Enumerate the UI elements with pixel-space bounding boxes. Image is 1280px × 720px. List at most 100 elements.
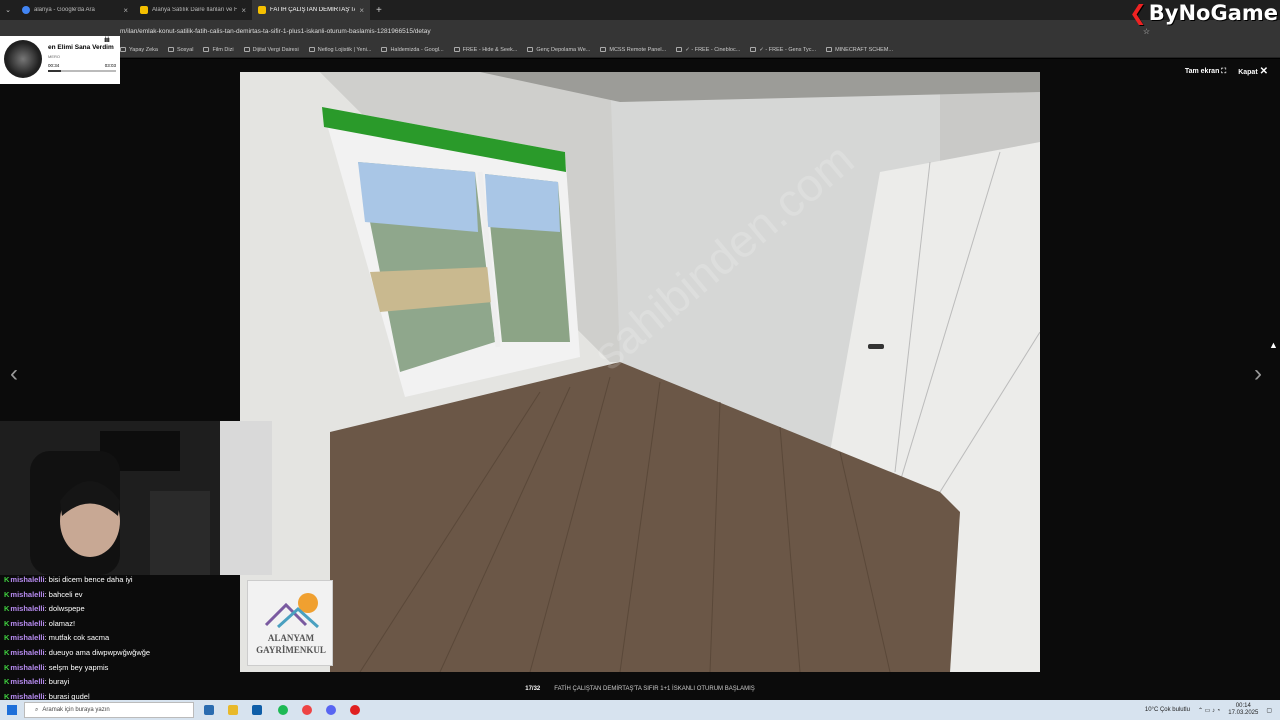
star-icon[interactable]: ☆ (1143, 27, 1150, 36)
kick-badge-icon: K (4, 633, 10, 643)
chat-text: bahceli ev (48, 589, 83, 599)
tab-label: FATİH ÇALIŞTAN DEMİRTAŞ'TA (270, 7, 356, 13)
bookmark-item[interactable]: ✓ - FREE - Cinebloc... (676, 47, 740, 53)
tray-icons[interactable]: ⌃ ▭ ♪ ◔ (1198, 707, 1220, 714)
close-icon[interactable]: × (359, 6, 364, 15)
close-icon[interactable]: × (123, 6, 128, 15)
bookmark-item[interactable]: Sosyal (167, 47, 193, 53)
close-button[interactable]: Kapat ✕ (1238, 66, 1268, 77)
bookmark-label: MCSS Remote Panel... (609, 46, 667, 53)
chat-message: Kmishalelli: mutfak cok sacma (4, 631, 244, 646)
song-artist: MERO (48, 54, 60, 59)
chat-message: Kmishalelli: bisi dicem bence daha iyi (4, 573, 244, 588)
chat-username[interactable]: mishalelli (10, 677, 44, 686)
stream-chat: Kmishalelli: bisi dicem bence daha iyi Km… (4, 573, 244, 704)
chat-text: mutfak cok sacma (48, 633, 110, 643)
room-photo-illustration: sahibinden.com (240, 72, 1040, 672)
bookmark-item[interactable]: MINECRAFT SCHEM... (826, 47, 893, 53)
taskbar-search[interactable]: ⌕ Aramak için buraya yazın (24, 702, 194, 718)
bookmark-item[interactable]: Dijital Vergi Dairesi (243, 47, 299, 53)
folder-icon (750, 47, 757, 52)
spotify-icon[interactable] (278, 705, 288, 715)
chat-text: dolwspepe (48, 604, 85, 614)
windows-start-icon[interactable] (7, 705, 17, 715)
close-label: Kapat (1238, 69, 1258, 76)
realty-name: ALANYAM (267, 633, 315, 643)
bookmark-item[interactable]: MCSS Remote Panel... (600, 47, 666, 53)
bookmark-label: Film Dizi (212, 46, 234, 53)
chat-message: Kmishalelli: dueuyo ama diwpwpwğwğwğe (4, 646, 244, 661)
photo-counter: 17/32 (525, 686, 541, 692)
chat-username[interactable]: mishalelli (10, 604, 44, 613)
search-placeholder: Aramak için buraya yazın (42, 707, 110, 713)
total-time: 03:03 (104, 63, 116, 68)
chat-message: Kmishalelli: selşm bey yapmis (4, 661, 244, 676)
browser-tabbar: ⌄ alanya - Google'da Ara × Alanya Satılı… (0, 0, 1280, 20)
vscode-icon[interactable] (252, 705, 262, 715)
clock-date: 17.03.2025 (1228, 710, 1259, 716)
photo-title: FATİH ÇALIŞTAN DEMİRTAŞ'TA SIFIR 1+1 İSK… (554, 686, 755, 692)
chat-username[interactable]: mishalelli (10, 663, 44, 672)
brand-logo-icon: ❮ (1129, 1, 1147, 25)
tab-label: Alanya Satılık Daire İlanları ve Fiyatla… (152, 7, 238, 13)
brand-watermark: ❮ ByNoGame (1129, 1, 1278, 25)
kick-badge-icon: K (4, 589, 10, 599)
clock[interactable]: 00:14 17.03.2025 (1228, 703, 1258, 717)
notification-icon[interactable]: ▢ (1266, 707, 1272, 714)
folder-icon (381, 47, 388, 52)
equalizer-icon: ılıılı (104, 37, 110, 44)
brand-text: ByNoGame (1148, 1, 1278, 25)
tab-google[interactable]: alanya - Google'da Ara × (16, 0, 134, 20)
chrome-icon[interactable] (302, 705, 312, 715)
chat-username[interactable]: mishalelli (10, 590, 44, 599)
house-logo-icon (264, 593, 320, 629)
file-explorer-icon[interactable] (228, 705, 238, 715)
kick-badge-icon: K (4, 677, 10, 687)
bookmark-item[interactable]: Film Dizi (203, 46, 234, 53)
progress-bar[interactable] (48, 70, 116, 72)
fullscreen-icon: ⛶ (1221, 67, 1227, 75)
obs-icon[interactable] (350, 705, 360, 715)
bookmark-item[interactable]: ✓ - FREE - Gens Tyc... (750, 47, 816, 53)
system-tray: 10°C Çok bulutlu ⌃ ▭ ♪ ◔ 00:14 17.03.2025… (1145, 700, 1272, 720)
search-icon: ⌕ (35, 706, 39, 713)
music-player-widget: ılıılı en Elimi Sana Verdim MERO 00:34 0… (0, 36, 120, 84)
fullscreen-button[interactable]: Tam ekran ⛶ (1185, 68, 1226, 76)
chat-username[interactable]: mishalelli (10, 633, 44, 642)
address-bar[interactable]: m/ilan/emlak-konut-satilik-fatih-calis-t… (0, 20, 1280, 42)
chevron-right-icon[interactable]: › (1254, 360, 1262, 388)
fullscreen-label: Tam ekran (1184, 67, 1220, 75)
bookmark-label: Yapay Zeka (129, 46, 158, 53)
discord-icon[interactable] (326, 705, 336, 715)
viewer-controls: Tam ekran ⛶ Kapat ✕ (1185, 66, 1268, 77)
bookmark-item[interactable]: FREE - Hide & Seek... (453, 47, 517, 53)
bookmark-item[interactable]: Netlog Lojistik | Yeni... (308, 46, 372, 53)
new-tab-plus-icon[interactable]: + (376, 5, 382, 16)
weather-text[interactable]: 10°C Çok bulutlu (1145, 707, 1190, 713)
bookmark-item[interactable]: Yapay Zeka (120, 47, 158, 53)
bookmark-item[interactable]: Genç Depolama We... (527, 47, 590, 53)
bookmark-label: ✓ - FREE - Gens Tyc... (759, 46, 817, 53)
kick-badge-icon: K (4, 662, 10, 672)
tab-menu-icon[interactable]: ⌄ (0, 6, 16, 14)
task-view-icon[interactable] (204, 705, 214, 715)
kick-badge-icon: K (4, 575, 10, 584)
folder-icon (120, 47, 126, 52)
progress-fill (48, 70, 61, 72)
close-icon[interactable]: × (241, 6, 246, 15)
url-text[interactable]: m/ilan/emlak-konut-satilik-fatih-calis-t… (120, 28, 431, 35)
bookmark-label: MINECRAFT SCHEM... (835, 46, 894, 53)
bookmark-label: Genç Depolama We... (536, 46, 591, 53)
tab-detail[interactable]: FATİH ÇALIŞTAN DEMİRTAŞ'TA × (252, 0, 370, 20)
tab-listings[interactable]: Alanya Satılık Daire İlanları ve Fiyatla… (134, 0, 252, 20)
chevron-left-icon[interactable]: ‹ (10, 360, 18, 388)
bookmark-item[interactable]: Haldemizda - Googl... (381, 47, 444, 53)
chat-username[interactable]: mishalelli (10, 648, 44, 657)
chat-username[interactable]: mishalelli (10, 619, 44, 628)
realty-subtitle: GAYRİMENKUL (256, 645, 326, 655)
chat-username[interactable]: mishalelli (10, 575, 44, 584)
folder-icon (826, 47, 833, 52)
bookmark-label: Netlog Lojistik | Yeni... (317, 46, 372, 53)
chat-text: bisi dicem bence daha iyi (48, 575, 133, 584)
webcam-feed (0, 421, 272, 575)
